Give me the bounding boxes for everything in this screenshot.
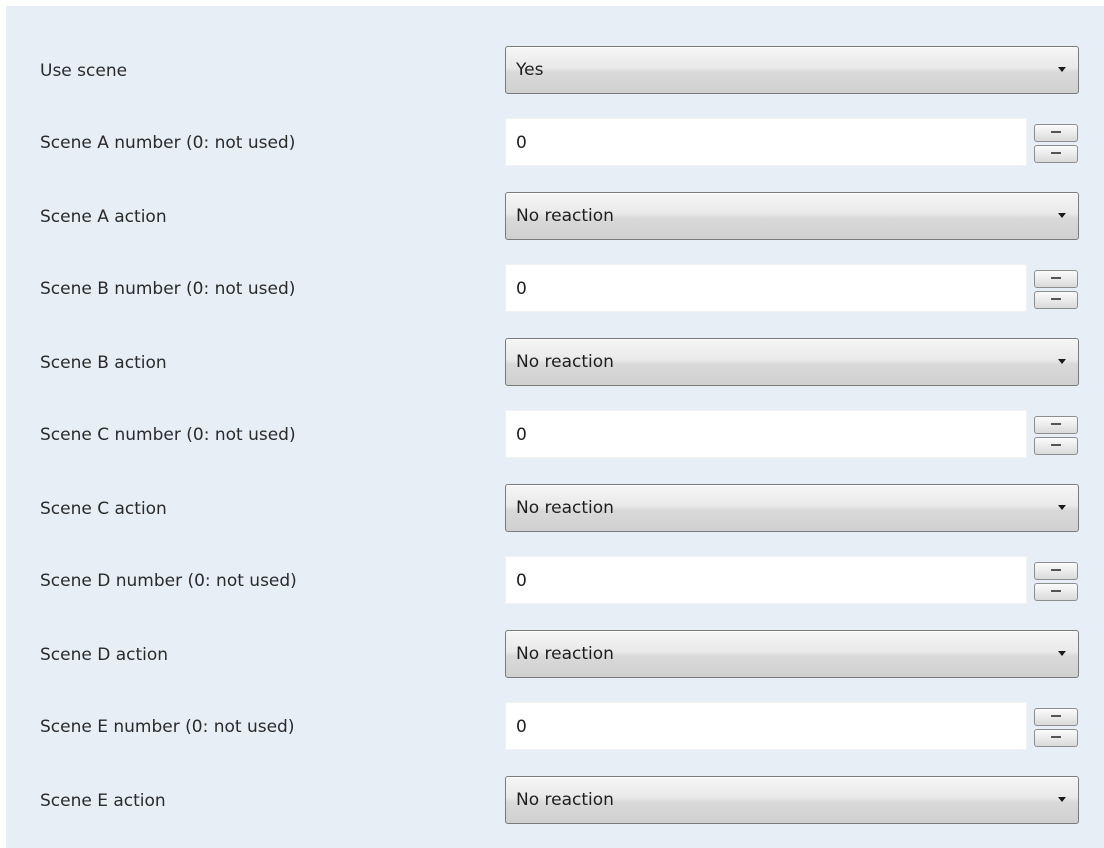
scene-a-number-input[interactable]: 0 <box>505 118 1027 166</box>
scene-d-action-label: Scene D action <box>40 645 169 665</box>
scene-b-action-row: Scene B action No reaction <box>6 336 1104 390</box>
chevron-down-icon <box>1058 213 1066 218</box>
scene-e-increment-button[interactable] <box>1034 708 1078 726</box>
scene-d-increment-button[interactable] <box>1034 562 1078 580</box>
scene-a-increment-button[interactable] <box>1034 124 1078 142</box>
scene-b-action-label: Scene B action <box>40 353 167 373</box>
scene-b-number-value: 0 <box>516 279 527 299</box>
scene-parameters-panel: Use scene Yes Scene A number (0: not use… <box>0 0 1104 848</box>
chevron-down-icon <box>1058 359 1066 364</box>
scene-c-action-label: Scene C action <box>40 499 167 519</box>
scene-e-number-row: Scene E number (0: not used) 0 <box>6 700 1104 754</box>
scene-b-action-value: No reaction <box>516 352 614 372</box>
scene-c-number-row: Scene C number (0: not used) 0 <box>6 408 1104 462</box>
scene-e-action-dropdown[interactable]: No reaction <box>505 776 1079 824</box>
scene-c-number-value: 0 <box>516 425 527 445</box>
increment-icon <box>1051 569 1061 573</box>
increment-icon <box>1051 277 1061 281</box>
scene-a-action-row: Scene A action No reaction <box>6 190 1104 244</box>
scene-b-number-input[interactable]: 0 <box>505 264 1027 312</box>
scene-e-number-label: Scene E number (0: not used) <box>40 717 295 737</box>
scene-e-decrement-button[interactable] <box>1034 729 1078 747</box>
scene-a-number-value: 0 <box>516 133 527 153</box>
scene-a-action-dropdown[interactable]: No reaction <box>505 192 1079 240</box>
scene-c-number-input[interactable]: 0 <box>505 410 1027 458</box>
scene-d-number-label: Scene D number (0: not used) <box>40 571 297 591</box>
scene-c-action-dropdown[interactable]: No reaction <box>505 484 1079 532</box>
scene-d-action-row: Scene D action No reaction <box>6 628 1104 682</box>
chevron-down-icon <box>1058 797 1066 802</box>
scene-b-action-dropdown[interactable]: No reaction <box>505 338 1079 386</box>
scene-c-decrement-button[interactable] <box>1034 437 1078 455</box>
scene-e-action-label: Scene E action <box>40 791 166 811</box>
scene-d-number-input[interactable]: 0 <box>505 556 1027 604</box>
scene-b-decrement-button[interactable] <box>1034 291 1078 309</box>
decrement-icon <box>1051 736 1061 740</box>
scene-d-action-dropdown[interactable]: No reaction <box>505 630 1079 678</box>
increment-icon <box>1051 131 1061 135</box>
scene-a-number-row: Scene A number (0: not used) 0 <box>6 116 1104 170</box>
scene-b-number-label: Scene B number (0: not used) <box>40 279 296 299</box>
chevron-down-icon <box>1058 67 1066 72</box>
scene-e-action-row: Scene E action No reaction <box>6 774 1104 828</box>
scene-a-decrement-button[interactable] <box>1034 145 1078 163</box>
scene-c-increment-button[interactable] <box>1034 416 1078 434</box>
scene-d-number-value: 0 <box>516 571 527 591</box>
scene-b-increment-button[interactable] <box>1034 270 1078 288</box>
scene-e-number-spinner <box>1034 708 1078 748</box>
decrement-icon <box>1051 444 1061 448</box>
scene-c-action-row: Scene C action No reaction <box>6 482 1104 536</box>
increment-icon <box>1051 423 1061 427</box>
scene-d-decrement-button[interactable] <box>1034 583 1078 601</box>
scene-a-action-label: Scene A action <box>40 207 167 227</box>
scene-c-number-spinner <box>1034 416 1078 456</box>
use-scene-value: Yes <box>516 60 544 80</box>
use-scene-dropdown[interactable]: Yes <box>505 46 1079 94</box>
scene-e-action-value: No reaction <box>516 790 614 810</box>
scene-d-number-row: Scene D number (0: not used) 0 <box>6 554 1104 608</box>
scene-d-number-spinner <box>1034 562 1078 602</box>
scene-d-action-value: No reaction <box>516 644 614 664</box>
scene-a-number-spinner <box>1034 124 1078 164</box>
decrement-icon <box>1051 152 1061 156</box>
chevron-down-icon <box>1058 651 1066 656</box>
scene-a-number-label: Scene A number (0: not used) <box>40 133 296 153</box>
use-scene-label: Use scene <box>40 61 128 81</box>
scene-e-number-input[interactable]: 0 <box>505 702 1027 750</box>
decrement-icon <box>1051 298 1061 302</box>
use-scene-row: Use scene Yes <box>6 44 1104 98</box>
scene-c-action-value: No reaction <box>516 498 614 518</box>
scene-a-action-value: No reaction <box>516 206 614 226</box>
scene-e-number-value: 0 <box>516 717 527 737</box>
scene-b-number-spinner <box>1034 270 1078 310</box>
scene-c-number-label: Scene C number (0: not used) <box>40 425 296 445</box>
decrement-icon <box>1051 590 1061 594</box>
chevron-down-icon <box>1058 505 1066 510</box>
scene-b-number-row: Scene B number (0: not used) 0 <box>6 262 1104 316</box>
increment-icon <box>1051 715 1061 719</box>
